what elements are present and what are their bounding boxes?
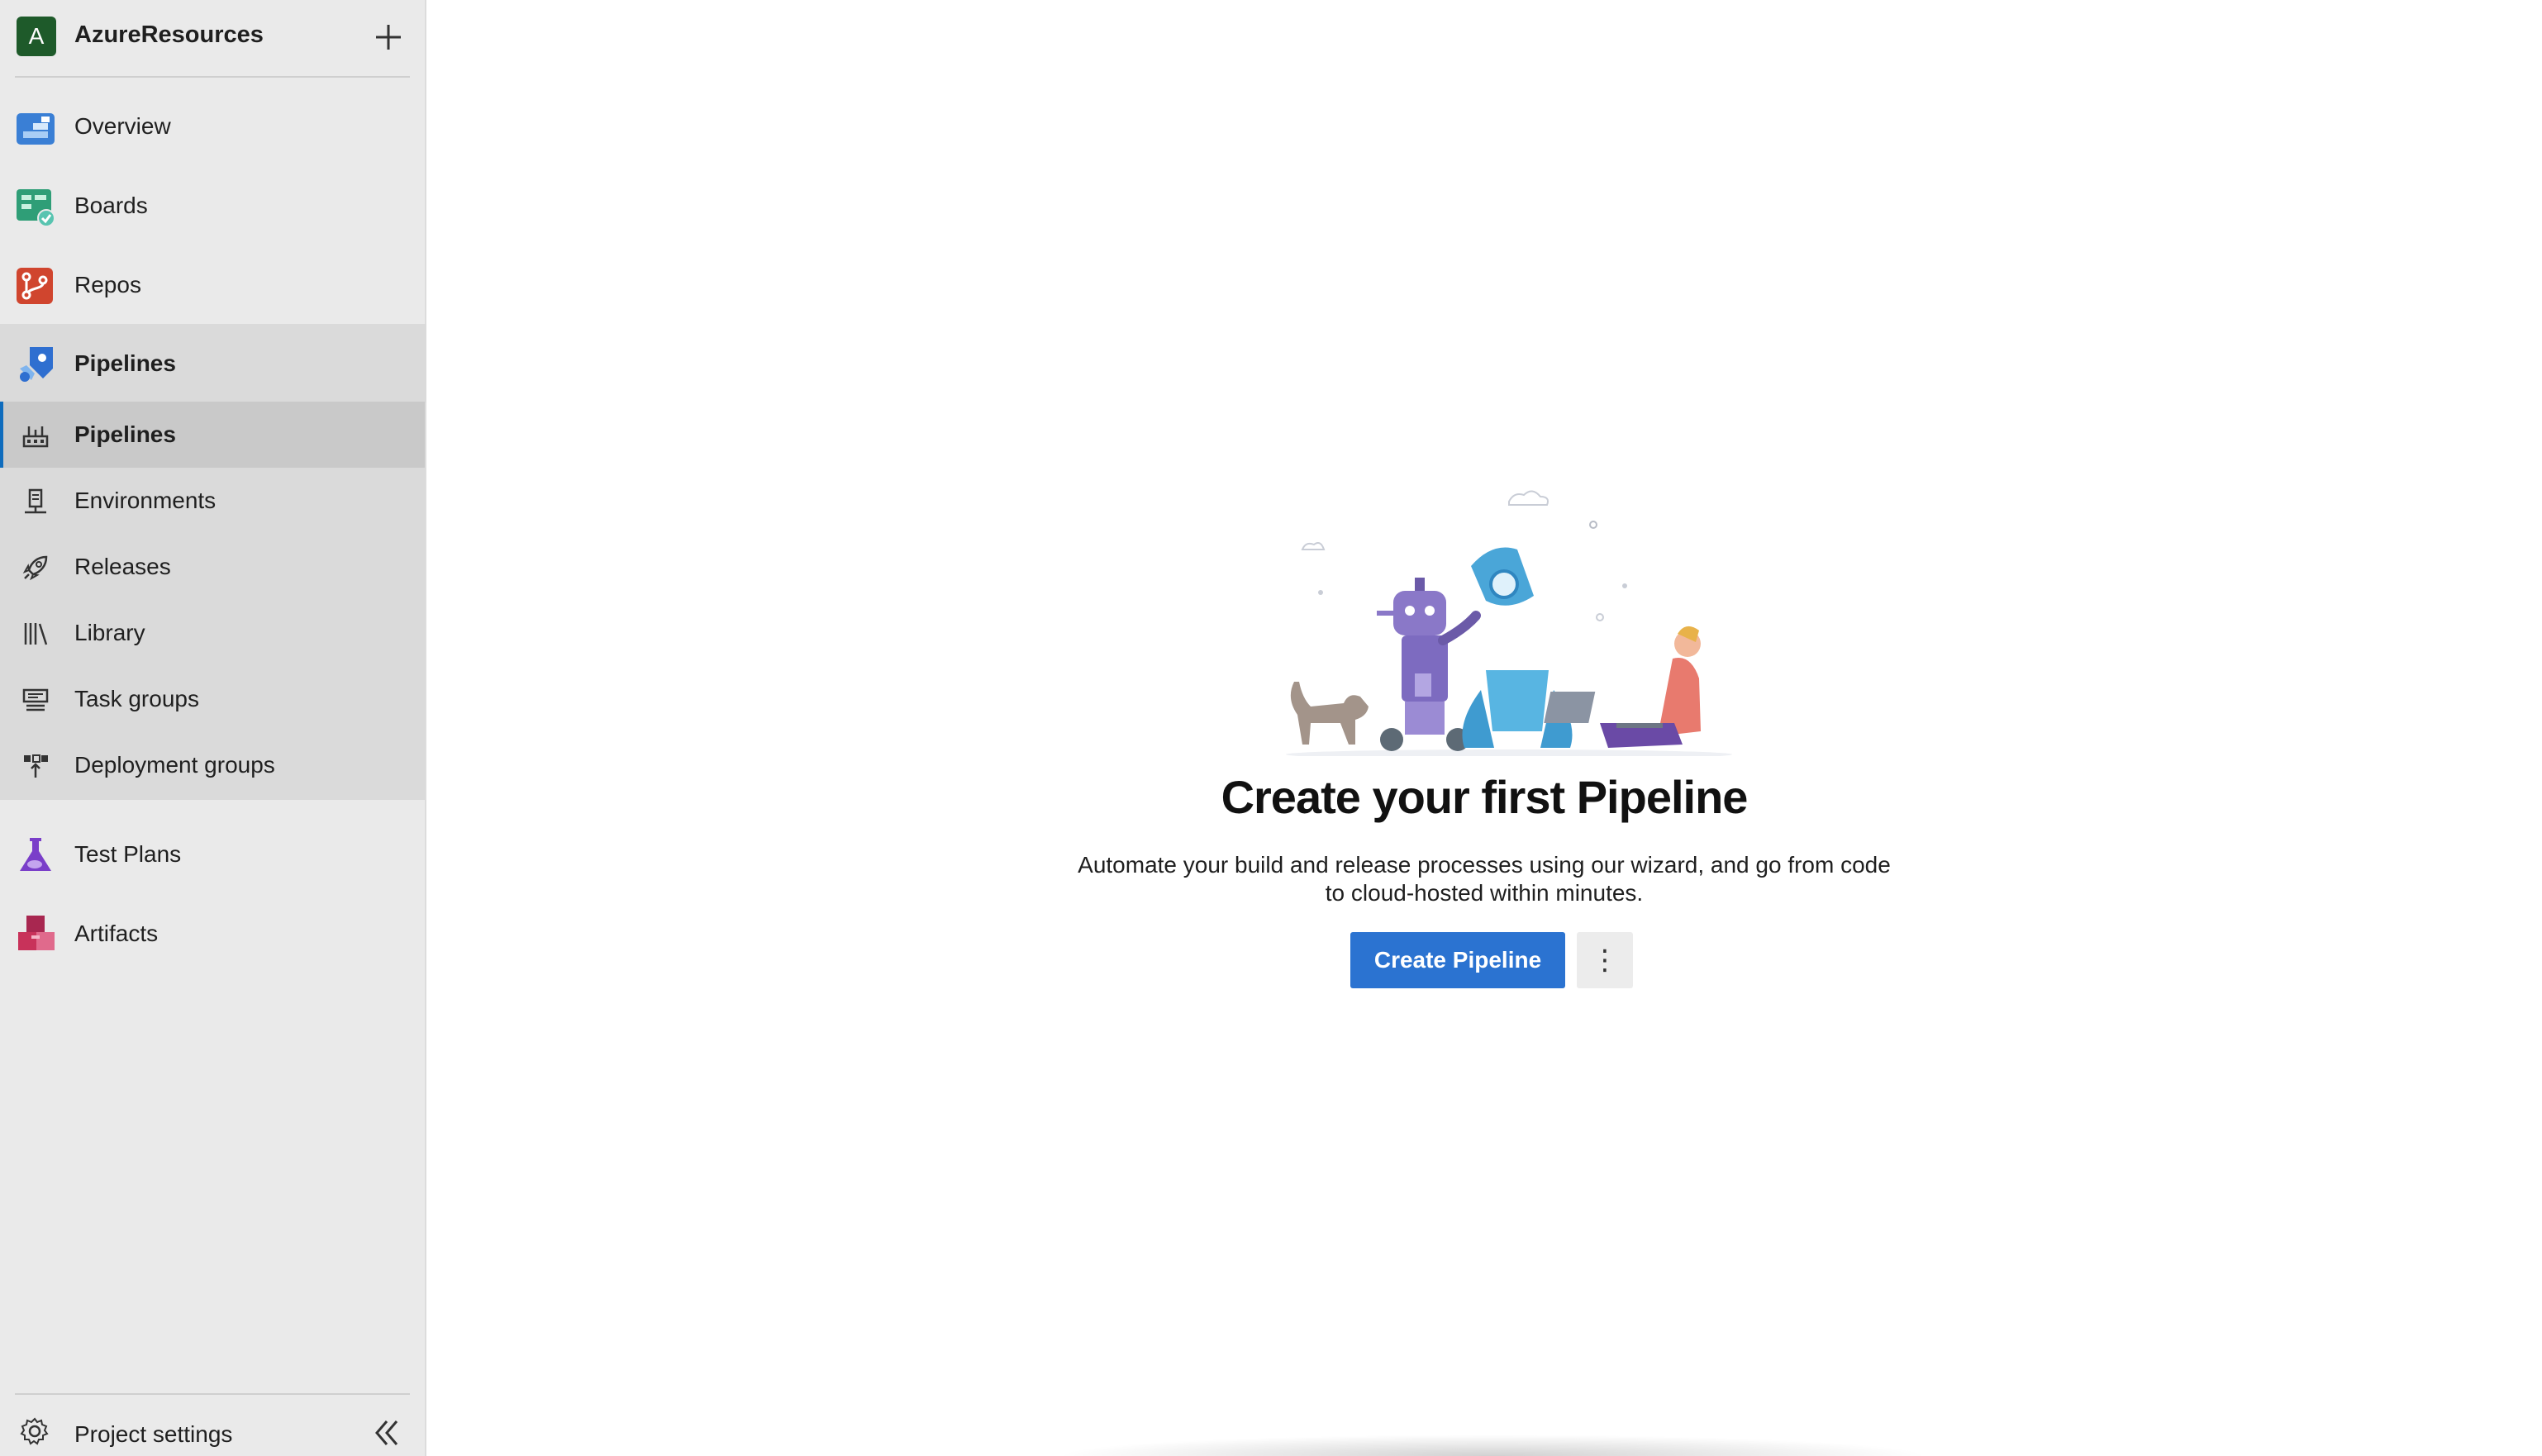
pipelines-submenu: Pipelines Environments Releases Library … bbox=[0, 402, 425, 800]
nav-item-pipelines[interactable]: Pipelines bbox=[0, 324, 426, 403]
deployment-groups-icon bbox=[21, 752, 50, 780]
nav-item-label: Test Plans bbox=[74, 841, 182, 867]
sidebar: A AzureResources Overview Boards Repos P… bbox=[0, 0, 426, 1456]
nav-item-overview[interactable]: Overview bbox=[0, 87, 426, 166]
nav-item-boards[interactable]: Boards bbox=[0, 166, 426, 245]
gear-icon[interactable] bbox=[20, 1416, 50, 1446]
org-avatar[interactable]: A bbox=[17, 17, 56, 56]
org-header: A AzureResources bbox=[0, 0, 426, 74]
sub-item-label: Library bbox=[74, 620, 145, 645]
more-options-button[interactable]: ⋮ bbox=[1577, 932, 1633, 988]
sub-item-pipelines[interactable]: Pipelines bbox=[0, 402, 425, 468]
collapse-sidebar-icon[interactable] bbox=[369, 1415, 405, 1451]
footer-shadow bbox=[1054, 1435, 1930, 1456]
project-settings-row: Project settings bbox=[0, 1405, 426, 1456]
pipelines-icon bbox=[15, 344, 56, 385]
nav-item-label: Boards bbox=[74, 193, 148, 218]
app-root: A AzureResources Overview Boards Repos P… bbox=[0, 0, 2542, 1456]
environments-icon bbox=[21, 488, 50, 516]
sub-item-label: Task groups bbox=[74, 686, 199, 711]
sub-item-environments[interactable]: Environments bbox=[0, 468, 425, 534]
pipeline-sub-icon bbox=[21, 421, 50, 450]
test-plans-icon bbox=[15, 835, 56, 876]
sub-item-releases[interactable]: Releases bbox=[0, 534, 425, 600]
overview-icon bbox=[15, 107, 56, 148]
nav-item-label: Pipelines bbox=[74, 350, 176, 376]
sub-item-label: Pipelines bbox=[74, 421, 176, 447]
org-name[interactable]: AzureResources bbox=[74, 21, 264, 49]
repos-icon bbox=[15, 265, 56, 307]
main-content: Create your first Pipeline Automate your… bbox=[426, 0, 2542, 1456]
nav-item-label: Repos bbox=[74, 272, 141, 297]
divider bbox=[15, 1393, 410, 1395]
rocket-icon bbox=[21, 554, 50, 582]
project-settings-link[interactable]: Project settings bbox=[74, 1421, 232, 1448]
artifacts-icon bbox=[15, 914, 56, 955]
sub-item-label: Environments bbox=[74, 488, 217, 513]
nav-item-test-plans[interactable]: Test Plans bbox=[0, 815, 426, 894]
task-groups-icon bbox=[21, 686, 50, 714]
divider bbox=[15, 76, 410, 78]
add-icon[interactable] bbox=[369, 15, 408, 58]
pipeline-illustration bbox=[1269, 475, 1732, 759]
nav-item-label: Artifacts bbox=[74, 921, 159, 946]
nav-item-artifacts[interactable]: Artifacts bbox=[0, 894, 426, 973]
sub-item-deployment-groups[interactable]: Deployment groups bbox=[0, 732, 425, 798]
create-pipeline-button[interactable]: Create Pipeline bbox=[1350, 932, 1565, 988]
page-description: Automate your build and release processe… bbox=[1078, 852, 1891, 906]
boards-icon bbox=[15, 186, 56, 227]
sub-item-label: Releases bbox=[74, 554, 171, 579]
sub-item-task-groups[interactable]: Task groups bbox=[0, 666, 425, 732]
library-icon bbox=[21, 620, 50, 648]
page-title: Create your first Pipeline bbox=[1221, 771, 1749, 823]
nav-item-label: Overview bbox=[74, 113, 171, 139]
sub-item-library[interactable]: Library bbox=[0, 600, 425, 666]
nav-item-repos[interactable]: Repos bbox=[0, 245, 426, 325]
sub-item-label: Deployment groups bbox=[74, 752, 275, 778]
